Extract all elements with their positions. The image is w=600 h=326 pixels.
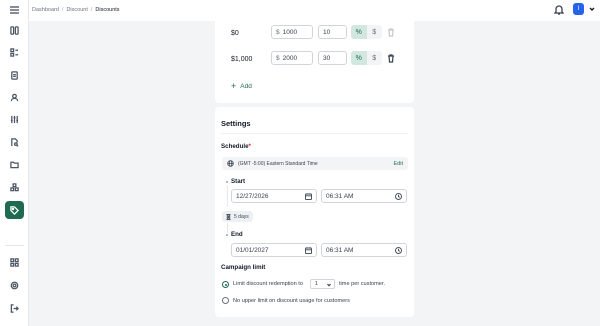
duration-text: 5 days [234,213,249,220]
document-icon[interactable] [9,70,20,81]
add-label: Add [240,82,252,90]
divider [221,133,408,134]
tier-amount-input[interactable]: $ 2000 [271,51,313,65]
timeline-dot [226,181,228,183]
currency-prefix: $ [276,54,280,62]
campaign-limit-label: Campaign limit [221,264,266,271]
settings-card: Settings Schedule* (GMT -5:00) Eastern S… [215,107,414,317]
timeline-dot [226,234,228,236]
limit-redemption-radio[interactable] [222,281,229,288]
folder-icon[interactable] [9,159,20,170]
schedule-label: Schedule* [221,143,251,150]
sliders-icon[interactable] [9,114,20,125]
breadcrumb-dashboard[interactable]: Dashboard [32,7,59,13]
discount-tiers-card: $0 $ 1000 10 % $ $1,000 $ 2000 30 % $ + … [215,21,414,103]
breadcrumb-separator: / [61,7,64,13]
edit-timezone-link[interactable]: Edit [394,161,403,167]
limit-option-prefix: Limit discount redemption to [233,281,303,287]
breadcrumb-discount[interactable]: Discount [66,7,87,13]
settings-icon[interactable] [9,280,20,291]
timeline-line [227,223,228,233]
start-time-value: 06:31 AM [326,192,354,200]
add-tier-button[interactable]: + Add [226,79,257,93]
percent-option[interactable]: % [351,51,367,65]
sidebar-divider [5,245,24,246]
bell-icon[interactable] [553,4,565,15]
apps-icon[interactable] [9,257,20,268]
dollar-option[interactable]: $ [366,51,382,65]
discount-type-toggle[interactable]: % $ [351,51,382,65]
tier-value: 30 [323,54,331,62]
dollar-option[interactable]: $ [366,25,382,39]
logout-icon[interactable] [9,303,20,314]
limit-option-suffix: time per customer. [339,281,386,287]
no-limit-radio[interactable] [222,297,229,304]
trash-icon[interactable] [387,54,395,63]
breadcrumb: Dashboard / Discount / Discounts [32,7,120,13]
menu-icon[interactable] [10,6,19,14]
globe-icon [227,160,234,167]
chevron-down-icon[interactable] [589,6,595,12]
timeline-line [227,185,228,207]
tier-label: $0 [231,30,239,37]
timezone-text: (GMT -5:00) Eastern Standard Time [238,160,318,167]
avatar[interactable]: I [573,3,584,15]
start-label: Start [231,178,246,185]
tier-value-input[interactable]: 30 [318,51,347,65]
end-date-value: 01/01/2027 [236,246,269,254]
tier-amount-value: 1000 [282,28,298,36]
start-date-value: 12/27/2026 [236,192,269,200]
end-label: End [231,231,243,238]
discount-type-toggle[interactable]: % $ [351,25,382,39]
chevron-down-icon [327,283,331,287]
calendar-icon[interactable] [305,193,312,200]
discount-tag-icon[interactable] [5,201,24,219]
end-time-input[interactable]: 06:31 AM [321,243,407,257]
clock-icon[interactable] [395,247,402,254]
calendar-icon[interactable] [305,247,312,254]
limit-count-value: 1 [315,281,319,287]
breadcrumb-separator: / [90,7,93,13]
timezone-bar: (GMT -5:00) Eastern Standard Time Edit [222,157,408,170]
start-date-input[interactable]: 12/27/2026 [231,189,317,203]
duration-badge: 5 days [222,211,253,222]
limit-count-select[interactable]: 1 [310,279,335,289]
hourglass-icon [226,213,231,220]
no-limit-option: No upper limit on discount usage for cus… [233,298,350,304]
currency-prefix: $ [276,28,280,36]
end-time-value: 06:31 AM [326,246,354,254]
clock-icon[interactable] [395,193,402,200]
start-time-input[interactable]: 06:31 AM [321,189,407,203]
trash-icon[interactable] [387,28,395,37]
tag-list-icon[interactable] [9,47,20,58]
settings-title: Settings [221,119,251,128]
tier-value: 10 [323,28,331,36]
end-date-input[interactable]: 01/01/2027 [231,243,317,257]
tier-value-input[interactable]: 10 [318,25,347,39]
required-mark: * [248,143,251,150]
breadcrumb-discounts: Discounts [95,7,120,13]
tier-amount-value: 2000 [282,54,298,62]
file-search-icon[interactable] [9,137,20,148]
tier-amount-input[interactable]: $ 1000 [271,25,313,39]
schedule-label-text: Schedule [221,143,249,150]
grid-icon[interactable] [9,25,20,36]
percent-option[interactable]: % [351,25,367,39]
top-header: Dashboard / Discount / Discounts I [29,0,600,21]
sidebar [0,0,29,326]
tier-label: $1,000 [231,56,253,63]
boxes-icon[interactable] [9,182,20,193]
plus-icon: + [231,80,237,91]
user-icon[interactable] [9,92,20,103]
